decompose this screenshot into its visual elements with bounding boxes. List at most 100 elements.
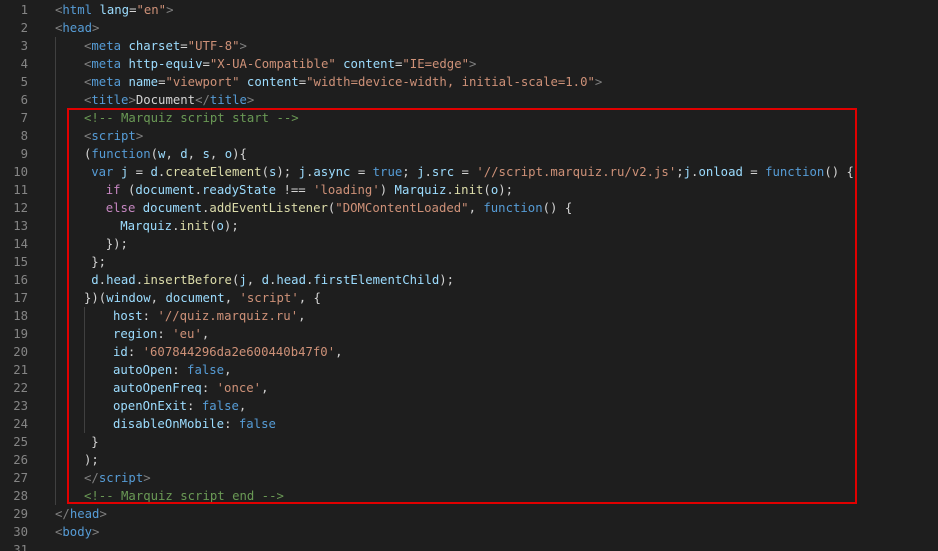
token: = bbox=[128, 165, 151, 179]
token: id bbox=[113, 345, 128, 359]
token: . bbox=[194, 183, 203, 197]
code-line[interactable]: 7 <!-- Marquiz script start --> bbox=[0, 109, 938, 127]
line-number: 15 bbox=[13, 255, 28, 269]
code-line[interactable]: 2 <head> bbox=[0, 19, 938, 37]
token: , bbox=[187, 147, 203, 161]
token: '607844296da2e600440b47f0' bbox=[142, 345, 336, 359]
line-number: 4 bbox=[20, 57, 28, 71]
token: html bbox=[62, 3, 93, 17]
line-text: else document.addEventListener("DOMConte… bbox=[106, 199, 572, 217]
token: . bbox=[98, 273, 107, 287]
indent-guide bbox=[55, 163, 56, 181]
token: () { bbox=[824, 165, 854, 179]
token: "DOMContentLoaded" bbox=[335, 201, 469, 215]
line-text: <title>Document</title> bbox=[84, 91, 254, 109]
indent-guide bbox=[55, 73, 56, 91]
token: . bbox=[135, 273, 144, 287]
token: j bbox=[417, 165, 425, 179]
code-line[interactable]: 28 <!-- Marquiz script end --> bbox=[0, 487, 938, 505]
code-line[interactable]: 18 host: '//quiz.marquiz.ru', bbox=[0, 307, 938, 325]
indent-guide bbox=[84, 397, 85, 415]
code-line[interactable]: 20 id: '607844296da2e600440b47f0', bbox=[0, 343, 938, 361]
code-line[interactable]: 30 <body> bbox=[0, 523, 938, 541]
line-text: <meta name="viewport" content="width=dev… bbox=[84, 73, 602, 91]
code-line[interactable]: 21 autoOpen: false, bbox=[0, 361, 938, 379]
code-line[interactable]: 8 <script> bbox=[0, 127, 938, 145]
code-line[interactable]: 29 </head> bbox=[0, 505, 938, 523]
indent-guide bbox=[55, 397, 56, 415]
code-line[interactable]: 23 openOnExit: false, bbox=[0, 397, 938, 415]
token: ); bbox=[276, 165, 299, 179]
token: firstElementChild bbox=[313, 273, 440, 287]
token: !== bbox=[276, 183, 314, 197]
code-line[interactable]: 4 <meta http-equiv="X-UA-Compatible" cont… bbox=[0, 55, 938, 73]
line-text: (function(w, d, s, o){ bbox=[84, 145, 247, 163]
token: src bbox=[431, 165, 455, 179]
code-line[interactable]: 9 (function(w, d, s, o){ bbox=[0, 145, 938, 163]
token: false bbox=[201, 399, 239, 413]
token: document bbox=[142, 201, 203, 215]
code-line[interactable]: 15}; bbox=[0, 253, 938, 271]
token: document bbox=[135, 183, 195, 197]
line-number: 26 bbox=[13, 453, 28, 467]
line-text: openOnExit: false, bbox=[113, 397, 246, 415]
token: = bbox=[180, 39, 188, 53]
code-line[interactable]: 5 <meta name="viewport" content="width=de… bbox=[0, 73, 938, 91]
line-text: autoOpenFreq: 'once', bbox=[113, 379, 268, 397]
code-editor[interactable]: 1 <html lang="en"> 2 <head> 3 <meta charset="… bbox=[0, 0, 938, 551]
indent-guide bbox=[84, 325, 85, 343]
token: "IE=edge" bbox=[402, 57, 470, 71]
code-line[interactable]: 10 var j = d.createElement(s); j.async = … bbox=[0, 163, 938, 181]
token: j bbox=[683, 165, 692, 179]
line-number: 20 bbox=[13, 345, 28, 359]
line-number: 21 bbox=[13, 363, 28, 377]
code-line[interactable]: 11 if (document.readyState !== 'loading')… bbox=[0, 181, 938, 199]
token: , bbox=[224, 363, 232, 377]
code-line[interactable]: 13 Marquiz.init(o); bbox=[0, 217, 938, 235]
token: content bbox=[246, 75, 299, 89]
code-line[interactable]: 26); bbox=[0, 451, 938, 469]
line-number: 17 bbox=[13, 291, 28, 305]
token: ; bbox=[676, 165, 684, 179]
code-area[interactable]: 1 <html lang="en"> 2 <head> 3 <meta charset="… bbox=[0, 0, 938, 551]
token: ; bbox=[402, 165, 418, 179]
code-line[interactable]: 12 else document.addEventListener("DOMCon… bbox=[0, 199, 938, 217]
token: o bbox=[224, 147, 233, 161]
token: d bbox=[180, 147, 188, 161]
line-number: 30 bbox=[13, 525, 28, 539]
code-line[interactable]: 3 <meta charset="UTF-8"> bbox=[0, 37, 938, 55]
code-line[interactable]: 31 bbox=[0, 541, 938, 551]
line-number: 1 bbox=[20, 3, 28, 17]
code-line[interactable]: 16 d.head.insertBefore(j, d.head.firstEle… bbox=[0, 271, 938, 289]
token: , bbox=[238, 399, 247, 413]
token: })( bbox=[84, 291, 107, 305]
indent-guide bbox=[55, 271, 56, 289]
token: > bbox=[594, 75, 603, 89]
token: = bbox=[742, 165, 766, 179]
line-text: id: '607844296da2e600440b47f0', bbox=[113, 343, 343, 361]
line-number: 12 bbox=[13, 201, 28, 215]
token: ); bbox=[498, 183, 514, 197]
code-line[interactable]: 25} bbox=[0, 433, 938, 451]
code-line[interactable]: 22 autoOpenFreq: 'once', bbox=[0, 379, 938, 397]
code-line[interactable]: 17 })(window, document, 'script', { bbox=[0, 289, 938, 307]
line-text: })(window, document, 'script', { bbox=[84, 289, 321, 307]
indent-guide bbox=[55, 487, 56, 505]
token: function bbox=[483, 201, 543, 215]
code-line[interactable]: 27 </script> bbox=[0, 469, 938, 487]
token: </ bbox=[55, 507, 70, 521]
indent-guide bbox=[55, 433, 56, 451]
token: Document bbox=[135, 93, 196, 107]
indent-guide bbox=[55, 37, 56, 55]
code-line[interactable]: 19 region: 'eu', bbox=[0, 325, 938, 343]
token: Marquiz bbox=[120, 219, 173, 233]
token: head bbox=[62, 21, 93, 35]
code-line[interactable]: 14}); bbox=[0, 235, 938, 253]
code-line[interactable]: 1 <html lang="en"> bbox=[0, 1, 938, 19]
code-line[interactable]: 6 <title>Document</title> bbox=[0, 91, 938, 109]
code-line[interactable]: 24 disableOnMobile: false bbox=[0, 415, 938, 433]
line-number: 27 bbox=[13, 471, 28, 485]
token: meta bbox=[91, 57, 122, 71]
token: readyState bbox=[202, 183, 277, 197]
